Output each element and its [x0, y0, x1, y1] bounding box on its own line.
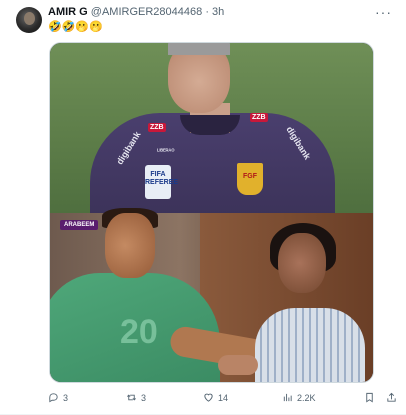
sponsor-logo-left: ZZB — [148, 123, 166, 132]
retweet-icon — [127, 394, 136, 401]
media-image-referee[interactable]: ZZB ZZB ᴸᴵᴮᴱᴿᴬᴼ digibank digibank FIFA R… — [50, 43, 373, 223]
tweet[interactable]: AMIR G @AMIRGER28044468 · 3h ··· 🤣🤣🫢🫢 ZZ… — [0, 0, 406, 415]
woman-head — [278, 233, 326, 293]
author-handle[interactable]: @AMIRGER28044468 — [91, 6, 202, 18]
sponsor-text-chest: ᴸᴵᴮᴱᴿᴬᴼ — [157, 149, 175, 155]
retweet-count: 3 — [141, 392, 147, 403]
bookmark-icon — [366, 392, 373, 403]
separator: · — [205, 6, 209, 18]
share-icon — [387, 392, 396, 402]
channel-watermark: ARABEEM — [60, 220, 99, 230]
like-count: 14 — [218, 392, 229, 403]
bookmark-button[interactable] — [364, 392, 375, 403]
avatar[interactable] — [16, 7, 42, 33]
jersey-number: 20 — [120, 313, 158, 351]
like-button[interactable]: 14 — [203, 392, 228, 403]
reply-icon — [49, 393, 58, 403]
federation-badge: FGF — [237, 163, 263, 195]
referee-hair — [168, 43, 230, 55]
tweet-header: AMIR G @AMIRGER28044468 · 3h — [48, 6, 224, 18]
media-image-telenovela[interactable]: 20 ARABEEM — [50, 208, 373, 382]
analytics-icon — [283, 393, 292, 402]
more-options-icon[interactable]: ··· — [375, 4, 392, 20]
author-name[interactable]: AMIR G — [48, 6, 88, 18]
views-count: 2.2K — [297, 392, 316, 403]
tweet-text: 🤣🤣🫢🫢 — [48, 21, 103, 33]
action-bar: 3 3 14 2.2K — [48, 392, 396, 406]
heart-icon — [204, 393, 213, 402]
woman-plaid-shirt — [255, 308, 365, 382]
retweet-button[interactable]: 3 — [126, 392, 146, 403]
fifa-referee-badge: FIFA REFEREE — [145, 165, 178, 199]
handshake — [218, 355, 258, 375]
share-button[interactable] — [386, 392, 397, 403]
avatar-face — [24, 12, 35, 25]
views-button[interactable]: 2.2K — [282, 392, 316, 403]
reply-button[interactable]: 3 — [48, 392, 68, 403]
man-head — [105, 213, 155, 278]
media-grid[interactable]: ZZB ZZB ᴸᴵᴮᴱᴿᴬᴼ digibank digibank FIFA R… — [49, 42, 374, 383]
sponsor-logo-right: ZZB — [250, 113, 268, 122]
timestamp[interactable]: 3h — [212, 6, 224, 18]
reply-count: 3 — [63, 392, 69, 403]
